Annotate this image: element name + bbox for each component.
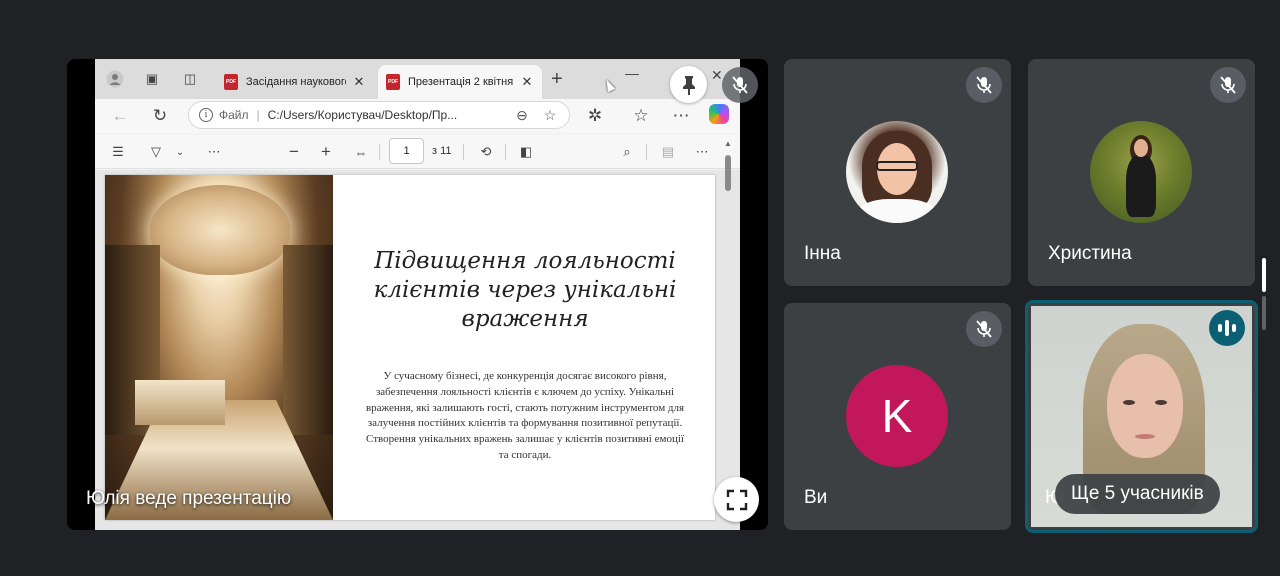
mouse-cursor-icon xyxy=(602,77,616,93)
pdf-document-area[interactable]: Підвищення лояльності клієнтів через уні… xyxy=(95,170,740,530)
presenter-label: Юлія веде презентацію xyxy=(86,488,292,509)
more-participants-button[interactable]: Ще 5 учасників xyxy=(1055,474,1220,514)
pdf-page: Підвищення лояльності клієнтів через уні… xyxy=(105,175,715,520)
pin-icon[interactable] xyxy=(670,66,707,103)
reload-icon[interactable]: ↻ xyxy=(149,105,171,127)
scroll-up-icon[interactable]: ▲ xyxy=(724,139,732,148)
toolbar-divider xyxy=(463,144,464,160)
pdf-icon: PDF xyxy=(386,74,400,90)
fit-width-icon[interactable]: ⇔ xyxy=(350,141,372,163)
more-menu-icon[interactable]: ⋯ xyxy=(670,105,692,127)
info-icon: i xyxy=(199,108,213,122)
participant-name: Христина xyxy=(1048,243,1132,264)
zoom-in-icon[interactable]: + xyxy=(315,141,337,163)
mic-off-icon xyxy=(722,67,758,103)
pdf-toolbar: ☰ ▽ ⌄ ⋯ − + ⇔ 1 з 11 ⟲ ◧ ⌕ ▤ ⋯ xyxy=(95,135,740,169)
page-total: з 11 xyxy=(432,145,452,157)
participant-tile-khrystyna[interactable]: Христина xyxy=(1028,59,1255,286)
more-tools-icon[interactable]: ⋯ xyxy=(203,141,225,163)
toolbar-divider xyxy=(505,144,506,160)
tab-title: Засідання наукового xyxy=(246,76,346,88)
participant-tile-you[interactable]: K Ви xyxy=(784,303,1011,530)
participant-tile-more[interactable]: Ю Ще 5 учасників xyxy=(1025,300,1258,533)
favorite-star-icon[interactable]: ☆ xyxy=(541,107,559,124)
pdf-icon: PDF xyxy=(224,74,238,90)
presentation-tile[interactable]: ▣ ◫ PDF Засідання наукового ✕ PDF Презен… xyxy=(67,59,768,530)
participant-name: Інна xyxy=(804,243,841,264)
url-text: C:/Users/Користувач/Desktop/Пр... xyxy=(267,108,458,122)
contents-icon[interactable]: ☰ xyxy=(107,141,129,163)
zoom-icon[interactable]: ⊖ xyxy=(513,107,531,124)
participant-tile-inna[interactable]: Інна xyxy=(784,59,1011,286)
grid-page-indicator[interactable] xyxy=(1262,296,1266,330)
window-close-icon[interactable]: ✕ xyxy=(711,67,723,84)
toolbar-divider xyxy=(646,144,647,160)
avatar: K xyxy=(846,365,948,467)
save-icon[interactable]: ▤ xyxy=(657,141,679,163)
slide-body: У сучасному бізнесі, де конкуренція дося… xyxy=(365,370,685,461)
browser-tab-bar: ▣ ◫ PDF Засідання наукового ✕ PDF Презен… xyxy=(95,59,740,99)
mic-off-icon xyxy=(966,67,1002,103)
file-label: Файл xyxy=(219,108,249,122)
rotate-icon[interactable]: ⟲ xyxy=(475,141,497,163)
new-tab-icon[interactable]: + xyxy=(551,68,563,91)
back-icon[interactable]: ← xyxy=(109,105,131,127)
zoom-out-icon[interactable]: − xyxy=(283,141,305,163)
page-view-icon[interactable]: ◧ xyxy=(515,141,537,163)
tab-title: Презентація 2 квітня xyxy=(408,76,514,88)
audio-level-icon xyxy=(1209,310,1245,346)
tab-active[interactable]: PDF Презентація 2 квітня ✕ xyxy=(378,65,542,99)
url-field[interactable]: i Файл | C:/Users/Користувач/Desktop/Пр.… xyxy=(188,101,570,129)
minimize-icon[interactable]: — xyxy=(625,65,639,81)
url-divider: | xyxy=(256,108,260,122)
scroll-thumb[interactable] xyxy=(725,155,731,191)
pdf-more-icon[interactable]: ⋯ xyxy=(691,141,713,163)
favorites-icon[interactable]: ☆ xyxy=(630,105,652,127)
page-number-input[interactable]: 1 xyxy=(389,138,424,164)
participant-name: Ви xyxy=(804,487,828,508)
address-bar-row: ← ↻ i Файл | C:/Users/Користувач/Desktop… xyxy=(95,99,740,133)
avatar xyxy=(1090,121,1192,223)
tab-inactive[interactable]: PDF Засідання наукового ✕ xyxy=(216,65,374,99)
tab-actions-icon: ◫ xyxy=(183,71,197,86)
hotel-lobby-image xyxy=(105,175,333,520)
pdf-scrollbar[interactable]: ▲ xyxy=(723,139,733,519)
close-icon[interactable]: ✕ xyxy=(352,74,366,90)
mic-off-icon xyxy=(1210,67,1246,103)
mic-off-icon xyxy=(966,311,1002,347)
draw-icon[interactable]: ▽ xyxy=(145,141,167,163)
chevron-down-icon[interactable]: ⌄ xyxy=(169,141,191,163)
slide-text-block: Підвищення лояльності клієнтів через уні… xyxy=(345,175,705,520)
fullscreen-icon[interactable] xyxy=(714,477,759,522)
extensions-icon[interactable]: ✲ xyxy=(584,105,606,127)
grid-page-indicator-active[interactable] xyxy=(1262,258,1266,292)
copilot-icon[interactable] xyxy=(709,104,729,124)
toolbar-divider xyxy=(379,144,380,160)
search-icon[interactable]: ⌕ xyxy=(616,141,638,163)
shared-browser-window: ▣ ◫ PDF Засідання наукового ✕ PDF Презен… xyxy=(95,59,740,530)
profile-icon xyxy=(105,69,125,89)
workspaces-icon: ▣ xyxy=(145,71,159,86)
avatar xyxy=(846,121,948,223)
close-icon[interactable]: ✕ xyxy=(520,74,534,90)
slide-title: Підвищення лояльності клієнтів через уні… xyxy=(373,248,677,332)
